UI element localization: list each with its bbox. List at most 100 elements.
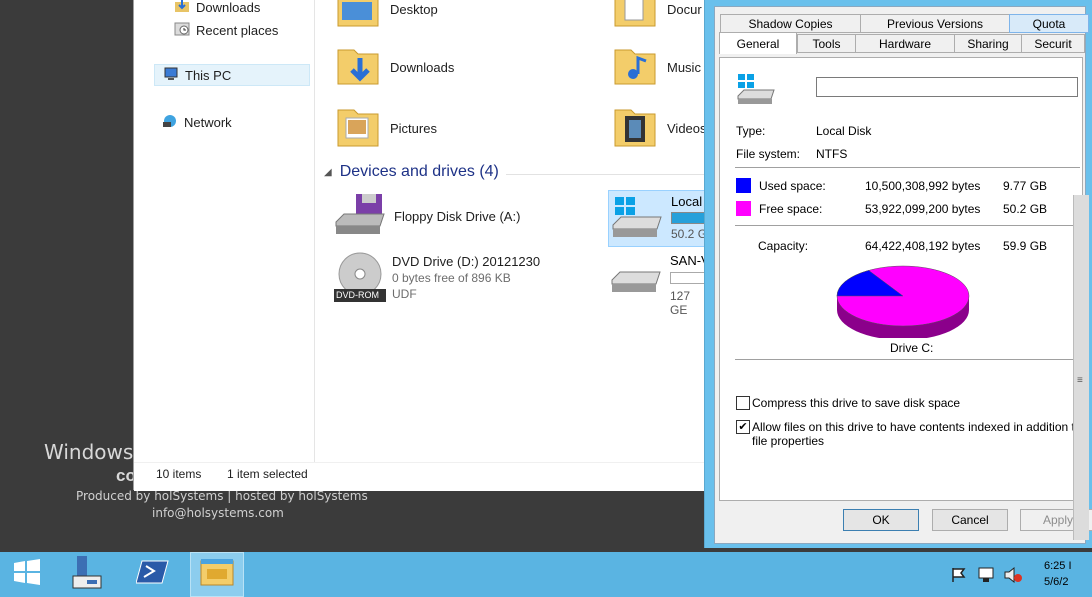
collapse-arrow-icon: ◢	[324, 166, 332, 178]
clock-time: 6:25 I	[1044, 560, 1072, 572]
navigation-pane: Downloads Recent places This PC Network	[134, 0, 315, 462]
filesystem-value: NTFS	[816, 147, 848, 161]
devices-section-header[interactable]: ◢ Devices and drives (4)	[324, 163, 499, 181]
type-label: Type:	[736, 124, 766, 138]
nav-item-label: Downloads	[196, 0, 261, 15]
vertical-scrollbar[interactable]: ≡	[1073, 195, 1089, 540]
ok-button[interactable]: OK	[843, 509, 919, 531]
volume-muted-icon[interactable]	[1003, 566, 1023, 589]
tab-sharing[interactable]: Sharing	[954, 34, 1022, 53]
used-space-swatch	[736, 178, 751, 193]
videos-folder-icon	[611, 104, 659, 153]
network-icon	[162, 113, 178, 132]
drive-caption: Drive C:	[890, 341, 934, 355]
network-drive-icon	[610, 268, 664, 307]
drive-label: Local	[671, 194, 703, 209]
drive-label: DVD Drive (D:) 20121230	[392, 254, 541, 269]
status-bar: 10 items 1 item selected	[134, 462, 709, 491]
watermark-title: Windows	[44, 440, 134, 464]
folder-documents[interactable]: Docur	[611, 0, 702, 31]
tab-quota[interactable]: Quota	[1009, 14, 1089, 33]
folder-downloads[interactable]: Downloads	[334, 44, 454, 91]
folder-label: Pictures	[390, 121, 437, 136]
documents-folder-icon	[611, 0, 659, 31]
folder-desktop[interactable]: Desktop	[334, 0, 438, 31]
drive-free-space: 50.2 G	[671, 227, 708, 241]
folder-label: Videos	[667, 121, 707, 136]
index-checkbox[interactable]: ✔	[736, 420, 750, 434]
folder-icon	[334, 0, 382, 31]
index-label: Allow files on this drive to have conten…	[752, 420, 1082, 434]
computer-icon	[163, 66, 179, 85]
selection-count: 1 item selected	[227, 467, 308, 481]
divider	[735, 359, 1080, 360]
drive-local-c[interactable]: Local 50.2 G	[608, 190, 713, 247]
disk-usage-pie	[836, 265, 970, 338]
used-space-bytes: 10,500,308,992 bytes	[865, 179, 981, 193]
folder-label: Desktop	[390, 2, 438, 17]
network-tray-icon[interactable]	[977, 566, 997, 589]
capacity-bytes: 64,422,408,192 bytes	[865, 239, 981, 253]
tab-security[interactable]: Securit	[1021, 34, 1085, 53]
drive-properties-dialog: Shadow Copies Previous Versions Quota Ge…	[704, 0, 1092, 548]
checkmark-icon: ✔	[738, 421, 748, 433]
drive-name-input[interactable]	[816, 77, 1078, 97]
tab-tools[interactable]: Tools	[797, 34, 856, 53]
start-button[interactable]	[0, 552, 54, 597]
tab-previous-versions[interactable]: Previous Versions	[860, 14, 1010, 33]
music-folder-icon	[611, 44, 659, 91]
compress-label: Compress this drive to save disk space	[752, 396, 961, 410]
free-space-label: Free space:	[759, 202, 823, 216]
folder-label: Downloads	[390, 60, 455, 75]
drive-floppy[interactable]: Floppy Disk Drive (A:)	[334, 192, 520, 241]
drive-san[interactable]: SAN-V 127 GE	[610, 252, 712, 317]
pictures-folder-icon	[334, 104, 382, 153]
folder-music[interactable]: Music	[611, 44, 701, 91]
capacity-label: Capacity:	[758, 239, 809, 253]
tab-shadow-copies[interactable]: Shadow Copies	[720, 14, 861, 33]
index-label-continued: file properties	[752, 434, 825, 448]
nav-item-label: This PC	[185, 67, 232, 83]
recent-places-icon	[174, 21, 190, 40]
cancel-button[interactable]: Cancel	[932, 509, 1008, 531]
folder-videos[interactable]: Videos	[611, 104, 707, 153]
nav-item-this-pc[interactable]: This PC	[154, 64, 310, 86]
free-space-gb: 50.2 GB	[1003, 202, 1048, 216]
action-center-flag-icon[interactable]	[950, 566, 968, 589]
section-divider	[506, 174, 706, 175]
folder-pictures[interactable]: Pictures	[334, 104, 437, 153]
powershell-icon	[135, 559, 170, 590]
downloads-folder-icon	[334, 44, 382, 91]
taskbar: 6:25 I 5/6/2	[0, 552, 1092, 597]
system-drive-icon	[736, 72, 776, 111]
drive-filesystem: UDF	[392, 287, 417, 301]
nav-item-network[interactable]: Network	[162, 113, 232, 132]
nav-item-recent-places[interactable]: Recent places	[174, 21, 278, 40]
dvd-drive-icon: DVD-ROM	[334, 252, 386, 304]
free-space-bytes: 53,922,099,200 bytes	[865, 202, 981, 216]
tab-hardware[interactable]: Hardware	[855, 34, 955, 53]
used-space-label: Used space:	[759, 179, 826, 193]
divider	[735, 167, 1080, 168]
type-value: Local Disk	[816, 124, 872, 138]
taskbar-server-manager[interactable]	[60, 552, 114, 597]
scroll-grip-icon: ≡	[1077, 375, 1083, 386]
drive-label: Floppy Disk Drive (A:)	[394, 209, 521, 224]
watermark-email: info@holsystems.com	[152, 506, 284, 520]
compress-checkbox[interactable]	[736, 396, 750, 410]
taskbar-file-explorer[interactable]	[190, 552, 244, 597]
dvd-rom-badge: DVD-ROM	[336, 290, 379, 300]
taskbar-clock[interactable]: 6:25 I 5/6/2	[1044, 558, 1072, 590]
taskbar-powershell[interactable]	[126, 552, 180, 597]
filesystem-label: File system:	[736, 147, 801, 161]
item-count: 10 items	[156, 467, 202, 481]
drive-dvd[interactable]: DVD Drive (D:) 20121230 0 bytes free of …	[392, 254, 540, 302]
file-explorer-window: Downloads Recent places This PC Network …	[133, 0, 713, 491]
tab-general[interactable]: General	[719, 32, 797, 54]
server-manager-icon	[69, 554, 105, 595]
nav-item-downloads[interactable]: Downloads	[174, 0, 260, 17]
folder-label: Music	[667, 60, 701, 75]
clock-date: 5/6/2	[1044, 576, 1069, 588]
nav-item-label: Network	[184, 115, 232, 130]
general-tab-panel: Type: Local Disk File system: NTFS Used …	[719, 57, 1083, 501]
